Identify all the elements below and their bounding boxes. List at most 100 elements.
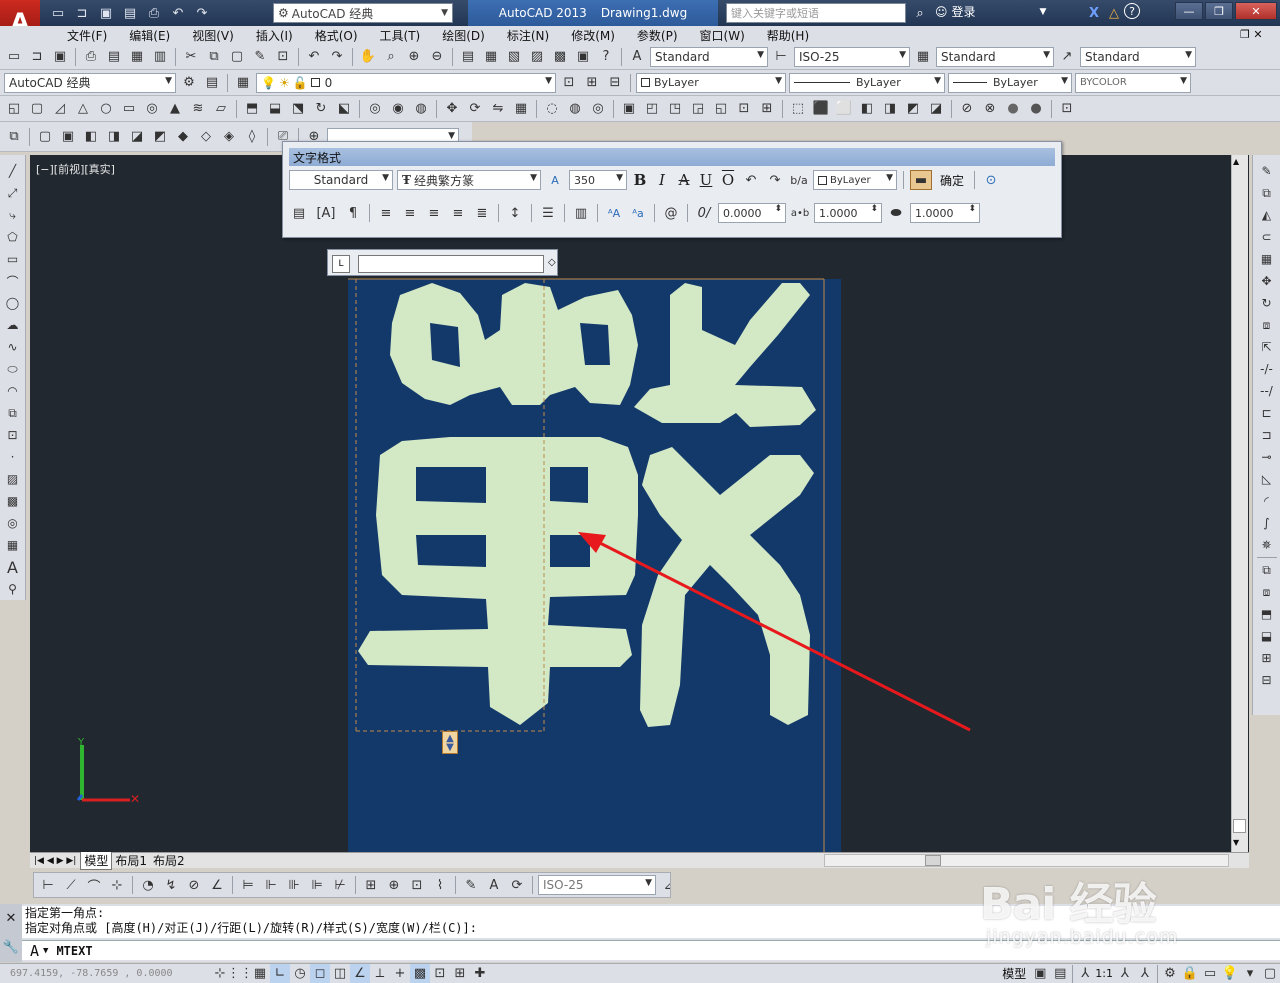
bold-button[interactable]: B: [631, 171, 649, 189]
send-under-icon[interactable]: ⬓: [1257, 626, 1277, 646]
plot-icon[interactable]: ⎙: [81, 47, 101, 67]
hardware-accel-icon[interactable]: ▭: [1200, 964, 1220, 983]
extrude-face-icon[interactable]: ◪: [926, 99, 946, 119]
bottom-view-icon[interactable]: ▣: [58, 127, 78, 147]
back-view-icon[interactable]: ◩: [150, 127, 170, 147]
right-view-icon[interactable]: ◨: [104, 127, 124, 147]
union-icon[interactable]: ◎: [365, 99, 385, 119]
save-as-icon[interactable]: ▤: [120, 3, 140, 23]
extend-icon[interactable]: --/: [1257, 381, 1277, 401]
loft-icon[interactable]: ⬕: [334, 99, 354, 119]
text-color-dropdown[interactable]: ByLayer ▼: [813, 170, 897, 190]
annotation-scale-icon[interactable]: ⅄: [1075, 964, 1095, 983]
zoom-window-icon[interactable]: ⊕: [404, 47, 424, 67]
line-icon[interactable]: ╱: [3, 161, 23, 181]
open-icon[interactable]: ⊐: [27, 47, 47, 67]
dim-text-edit-icon[interactable]: A: [484, 875, 504, 895]
polygon-icon[interactable]: ⬠: [3, 227, 23, 247]
close-icon[interactable]: ✕: [6, 911, 17, 926]
move-icon[interactable]: ✥: [1257, 271, 1277, 291]
tool-palettes-icon[interactable]: ▧: [504, 47, 524, 67]
menu-tools[interactable]: 工具(T): [369, 27, 432, 44]
new-file-icon[interactable]: ▭: [48, 3, 68, 23]
quick-view-layouts-icon[interactable]: ▣: [1030, 964, 1050, 983]
dim-style-icon[interactable]: ⊢: [771, 47, 791, 67]
stack-icon[interactable]: b/a: [789, 170, 809, 190]
layer-dropdown[interactable]: 💡 ☀ 🔓 0 ▼: [256, 72, 556, 93]
drawing-area[interactable]: [−][前视][真实] Y ✕: [30, 155, 1249, 852]
menu-help[interactable]: 帮助(H): [756, 27, 820, 44]
layer-previous-icon[interactable]: ⊞: [582, 73, 602, 93]
ok-button[interactable]: 确定: [936, 172, 968, 189]
copy-edges-icon[interactable]: ⊞: [757, 99, 777, 119]
workspace-dropdown-2[interactable]: AutoCAD 经典 ▼: [4, 72, 176, 93]
text-height-dropdown[interactable]: 350 ▼: [569, 170, 627, 190]
revolve-icon[interactable]: ↻: [311, 99, 331, 119]
se-iso-icon[interactable]: ◇: [196, 127, 216, 147]
scroll-down-icon[interactable]: ▼: [1233, 838, 1239, 847]
fillet-edge-icon[interactable]: ◰: [642, 99, 662, 119]
gear-icon[interactable]: ⚙: [179, 73, 199, 93]
strikethrough-button[interactable]: A: [675, 171, 693, 189]
menu-draw[interactable]: 绘图(D): [431, 27, 496, 44]
line-spacing-icon[interactable]: ↕: [505, 203, 525, 223]
tab-nav-icons[interactable]: |◀ ◀ ▶ ▶|: [30, 856, 80, 866]
insert-block-icon[interactable]: ⧉: [3, 403, 23, 423]
ordinate-dim-icon[interactable]: ⊹: [107, 875, 127, 895]
paragraph-icon[interactable]: ¶: [343, 203, 363, 223]
menu-edit[interactable]: 编辑(E): [118, 27, 181, 44]
material-sphere-icon[interactable]: ●: [1003, 99, 1023, 119]
redo-icon[interactable]: ↷: [327, 47, 347, 67]
paste-icon[interactable]: ▢: [227, 47, 247, 67]
continue-dim-icon[interactable]: ⊪: [284, 875, 304, 895]
block-editor-icon[interactable]: ⊡: [273, 47, 293, 67]
subtract-2-icon[interactable]: ◍: [565, 99, 585, 119]
mtext-justification-icon[interactable]: [A]: [313, 203, 339, 223]
hatch-to-back-icon[interactable]: ⊟: [1257, 670, 1277, 690]
italic-button[interactable]: I: [653, 171, 671, 189]
menu-modify[interactable]: 修改(M): [560, 27, 626, 44]
minimize-button[interactable]: —: [1175, 2, 1203, 20]
menu-format[interactable]: 格式(O): [304, 27, 369, 44]
tab-layout1[interactable]: 布局1: [112, 852, 150, 869]
lowercase-icon[interactable]: ᴬa: [628, 203, 648, 223]
underline-button[interactable]: U: [697, 171, 715, 189]
help-search-input[interactable]: 键入关键字或短语: [726, 3, 906, 23]
sc-icon[interactable]: ✚: [470, 964, 490, 983]
explode-icon[interactable]: ✵: [1257, 535, 1277, 555]
auto-scale-icon[interactable]: ⅄: [1135, 964, 1155, 983]
color-dropdown[interactable]: ByLayer ▼: [636, 72, 786, 93]
mtext-style-dropdown[interactable]: Standard ▼: [289, 170, 393, 190]
dim-space-icon[interactable]: ⊫: [307, 875, 327, 895]
ruler-bar[interactable]: [358, 255, 544, 273]
ruler-icon[interactable]: ▬: [910, 170, 932, 190]
login-button[interactable]: ☺ 登录 ▼: [935, 3, 1046, 20]
snap-icon[interactable]: ⋮⋮: [227, 964, 253, 983]
dim-break-icon[interactable]: ⊬: [330, 875, 350, 895]
symbol-icon[interactable]: @: [661, 203, 681, 223]
lwt-icon[interactable]: ▩: [410, 963, 430, 983]
scroll-thumb[interactable]: [1233, 819, 1246, 833]
fillet-icon[interactable]: ◜: [1257, 491, 1277, 511]
extract-edges-icon[interactable]: ◲: [688, 99, 708, 119]
crease-icon[interactable]: ◨: [880, 99, 900, 119]
arc-length-icon[interactable]: ⌒: [84, 875, 104, 895]
flatshot-icon[interactable]: ⊗: [980, 99, 1000, 119]
isolate-objects-icon[interactable]: 💡: [1220, 964, 1240, 983]
ne-iso-icon[interactable]: ◈: [219, 127, 239, 147]
qp-icon[interactable]: ⊞: [450, 964, 470, 983]
revcloud-icon[interactable]: ☁: [3, 315, 23, 335]
construction-line-icon[interactable]: ⤢: [3, 183, 23, 203]
split-face-icon[interactable]: ◩: [903, 99, 923, 119]
scale-icon[interactable]: ⧈: [1257, 315, 1277, 335]
save-icon[interactable]: ▣: [50, 47, 70, 67]
publish-icon[interactable]: ▦: [127, 47, 147, 67]
subtract-icon[interactable]: ◉: [388, 99, 408, 119]
sphere-icon[interactable]: ○: [96, 99, 116, 119]
table-style-dropdown[interactable]: Standard ▼: [936, 46, 1054, 67]
break-icon[interactable]: ⊐: [1257, 425, 1277, 445]
3d-align-icon[interactable]: ⇋: [488, 99, 508, 119]
cone-icon[interactable]: △: [73, 99, 93, 119]
new-icon[interactable]: ▭: [4, 47, 24, 67]
gradient-icon[interactable]: ▩: [3, 491, 23, 511]
